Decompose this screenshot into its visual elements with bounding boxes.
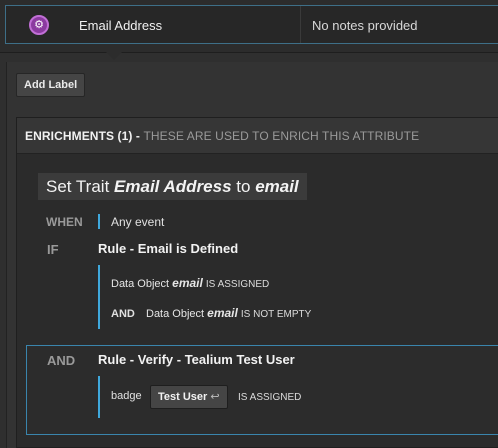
condition-operator: IS ASSIGNED — [205, 279, 270, 290]
if-rule-title: Rule - Email is Defined — [98, 241, 239, 256]
condition-variable: email — [172, 276, 203, 290]
trait-middle: to — [236, 177, 251, 196]
enrichments-description: THESE ARE USED TO ENRICH THIS ATTRIBUTE — [143, 129, 420, 143]
when-value: Any event — [111, 215, 165, 229]
attribute-row[interactable]: ⚙ Email Address No notes provided — [5, 5, 498, 44]
and-keyword: AND — [111, 308, 135, 320]
if-condition-2: Data Object email IS NOT EMPTY — [146, 306, 311, 320]
and-rule-keyword: AND — [47, 353, 76, 368]
condition-operator: IS NOT EMPTY — [240, 309, 312, 320]
attribute-header: ⚙ Email Address No notes provided — [0, 0, 498, 53]
when-accent-bar — [98, 214, 100, 229]
trait-attribute: Email Address — [114, 177, 232, 196]
expand-pointer — [105, 51, 123, 60]
test-user-badge-pill[interactable]: Test User ↩ — [150, 385, 228, 409]
attribute-name: Email Address — [79, 18, 163, 33]
condition-variable: email — [207, 306, 238, 320]
enrichments-count-label: ENRICHMENTS (1) - — [25, 129, 141, 143]
condition-operator: IS ASSIGNED — [238, 392, 302, 403]
and-rule-accent-bar — [98, 376, 100, 418]
if-condition-1: Data Object email IS ASSIGNED — [111, 276, 269, 290]
condition-prefix: Data Object — [111, 278, 170, 290]
undo-arrow-icon: ↩ — [210, 391, 220, 403]
enrichments-title: ENRICHMENTS (1) - THESE ARE USED TO ENRI… — [25, 129, 419, 143]
gear-icon: ⚙ — [29, 15, 49, 35]
and-rule-title: Rule - Verify - Tealium Test User — [98, 352, 295, 367]
trait-prefix: Set Trait — [46, 177, 110, 196]
when-keyword: WHEN — [46, 215, 83, 229]
add-label-button[interactable]: Add Label — [16, 73, 86, 97]
attribute-notes: No notes provided — [312, 18, 418, 33]
badge-label: badge — [111, 390, 142, 402]
if-rule-accent-bar — [98, 265, 100, 329]
if-keyword: IF — [47, 242, 59, 257]
condition-prefix: Data Object — [146, 308, 205, 320]
pill-label: Test User — [158, 391, 208, 403]
enrichments-header[interactable]: ENRICHMENTS (1) - THESE ARE USED TO ENRI… — [17, 118, 498, 154]
column-divider — [300, 6, 301, 43]
trait-value: email — [255, 177, 299, 196]
set-trait-statement[interactable]: Set Trait Email Address to email — [38, 173, 307, 200]
and-rule-condition-operator: IS ASSIGNED — [238, 391, 301, 403]
